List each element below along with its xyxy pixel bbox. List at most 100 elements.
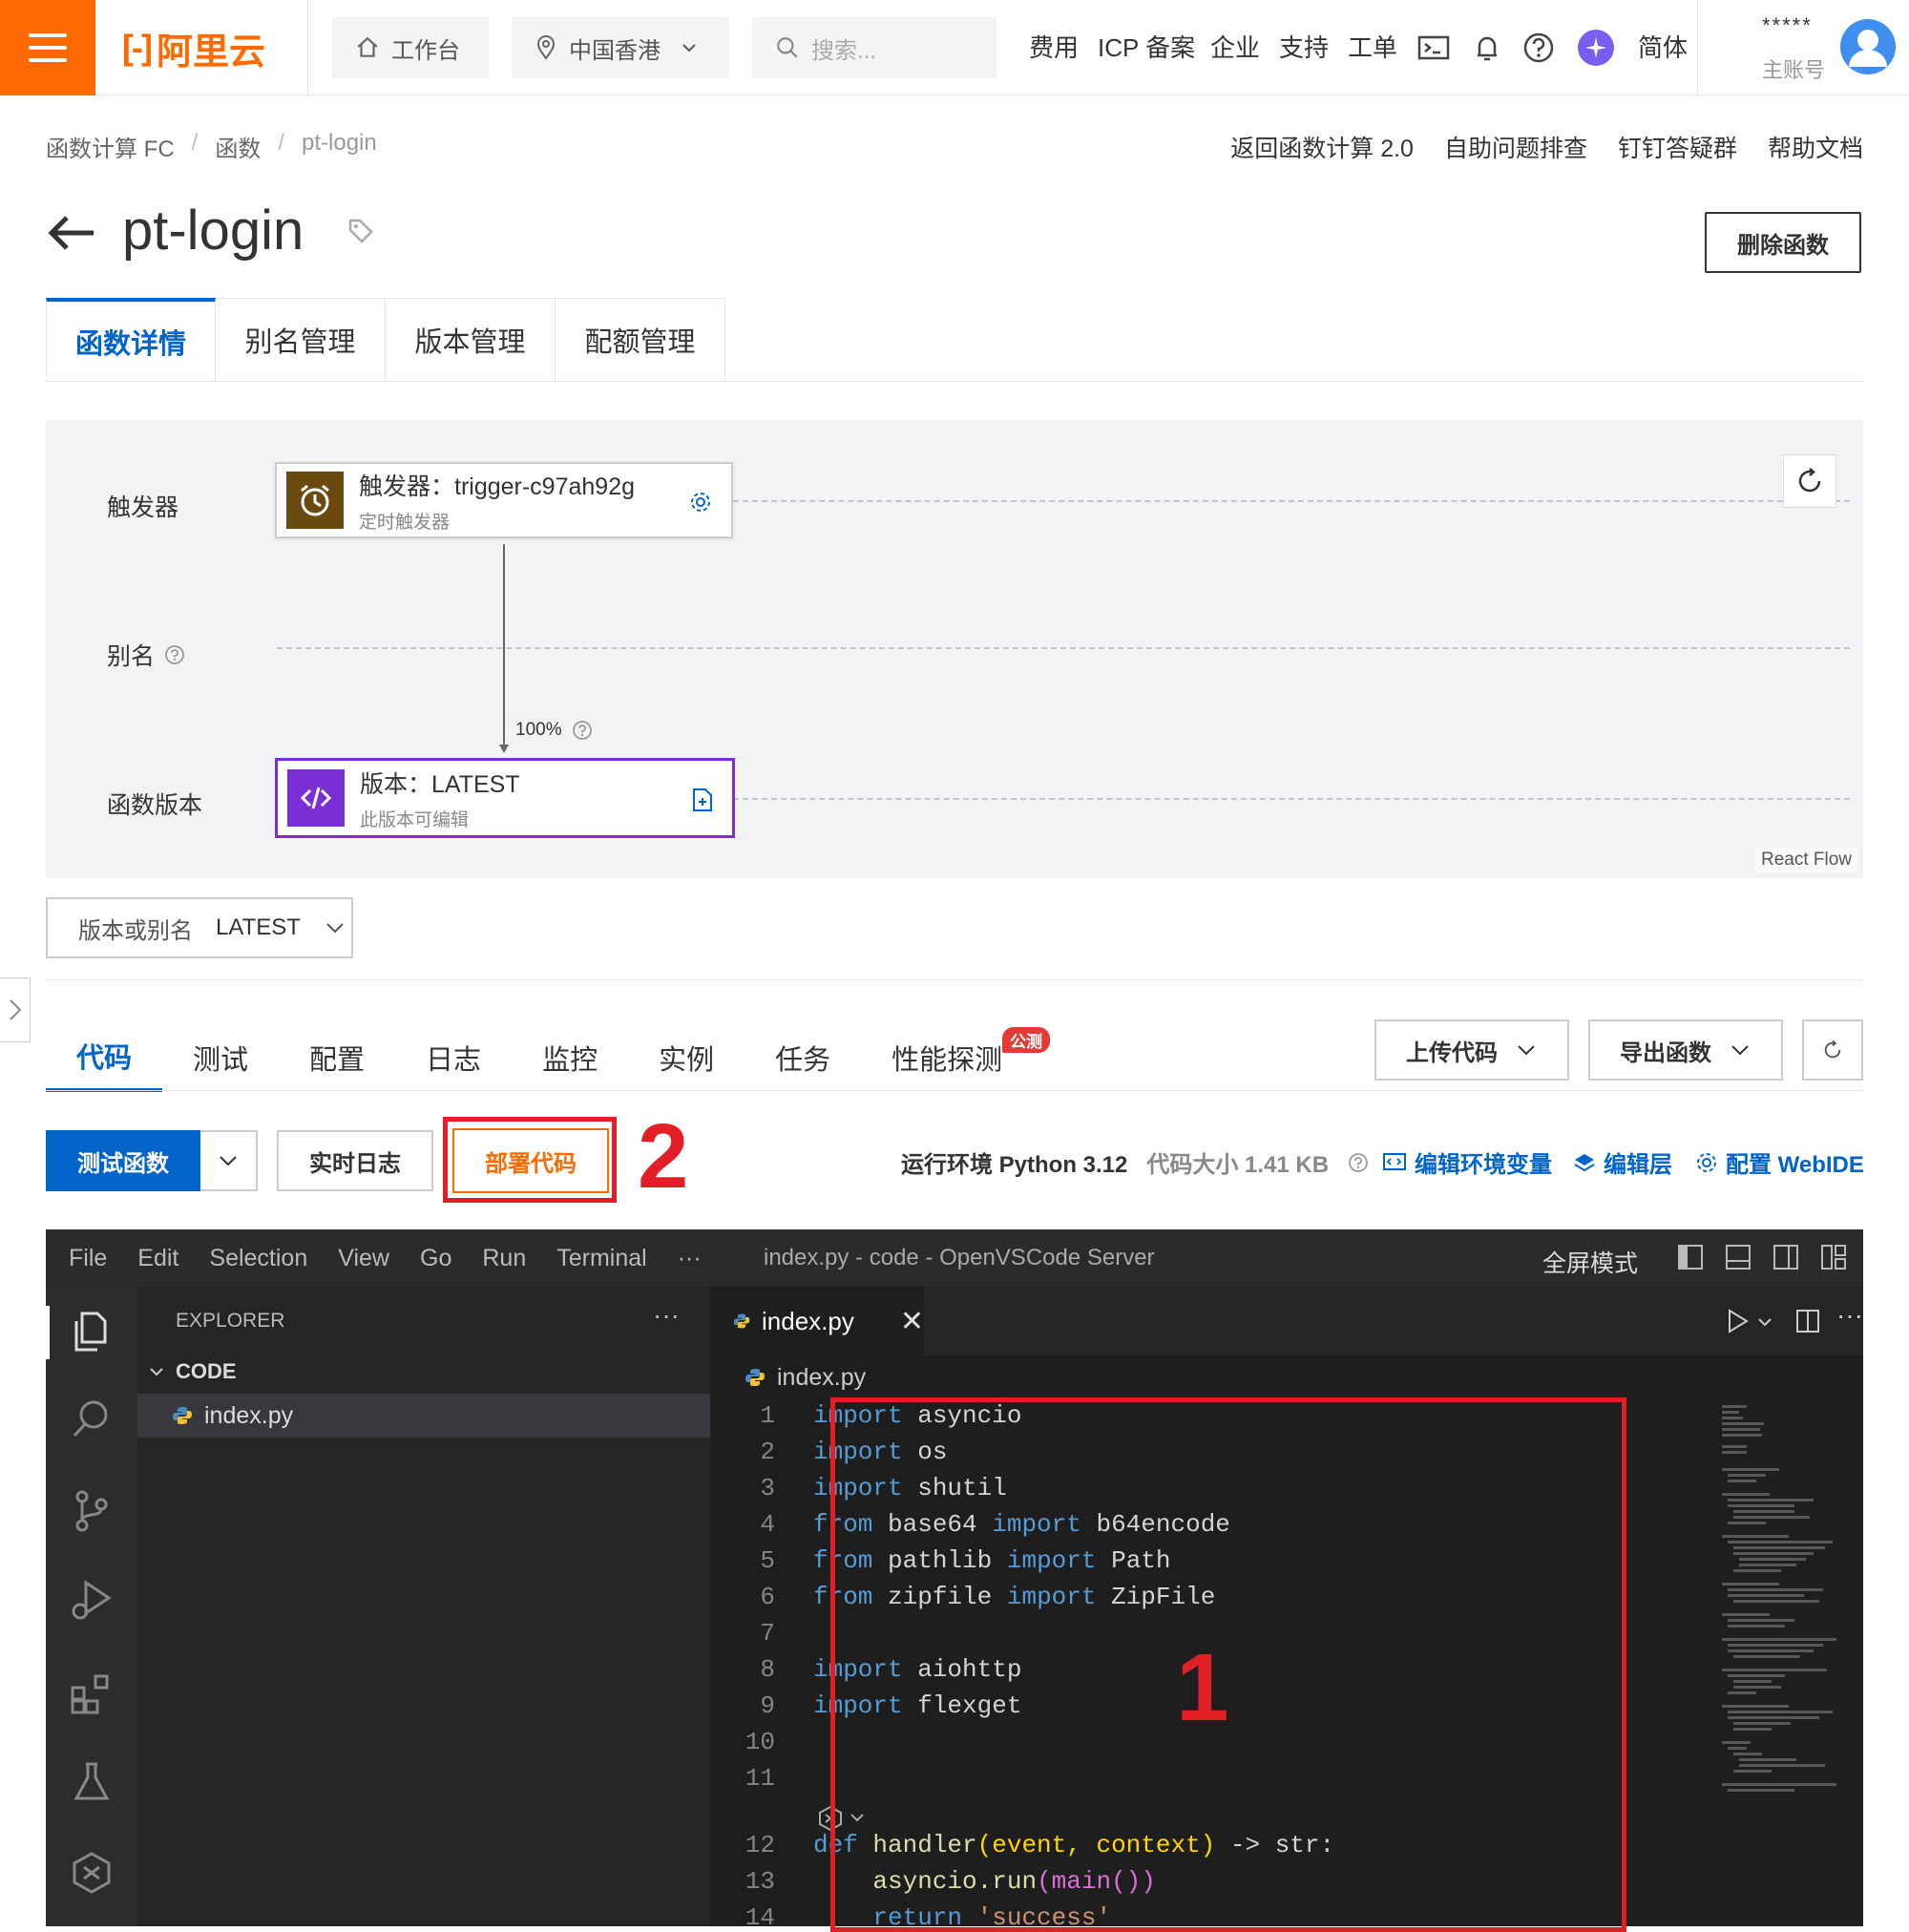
tab-config[interactable]: 配置 [279, 1023, 395, 1092]
trigger-node[interactable]: 触发器：trigger-c97ah92g 定时触发器 [275, 462, 733, 538]
edit-env-vars-link[interactable]: 编辑环境变量 [1382, 1145, 1552, 1179]
help-docs-link[interactable]: 帮助文档 [1768, 130, 1863, 164]
extensions-icon[interactable] [69, 1670, 115, 1716]
edit-layers-link[interactable]: 编辑层 [1573, 1145, 1672, 1179]
tab-monitor[interactable]: 监控 [512, 1023, 628, 1092]
realtime-logs-button[interactable]: 实时日志 [277, 1130, 433, 1191]
version-subtitle: 此版本可编辑 [360, 809, 470, 830]
explorer-more-button[interactable]: ··· [653, 1300, 680, 1331]
tab-code[interactable]: 代码 [46, 1023, 163, 1092]
search-input[interactable]: 搜索... [752, 17, 996, 78]
tab-test[interactable]: 测试 [162, 1023, 279, 1092]
python-file-icon [173, 1407, 192, 1424]
tag-icon[interactable] [347, 218, 374, 244]
hamburger-menu-button[interactable] [0, 0, 95, 95]
chevron-down-icon[interactable] [1756, 1313, 1773, 1331]
toggle-secondary-sidebar-icon[interactable] [1772, 1243, 1800, 1271]
home-icon [357, 36, 378, 57]
gear-icon[interactable] [689, 491, 712, 514]
tab-version-management[interactable]: 版本管理 [386, 298, 556, 382]
tab-performance-probe[interactable]: 性能探测 公测 [861, 1023, 1051, 1092]
question-icon[interactable] [572, 720, 593, 741]
configure-webide-link[interactable]: 配置 WebIDE [1695, 1145, 1864, 1179]
chevron-down-icon [150, 1368, 163, 1376]
tab-logs[interactable]: 日志 [395, 1023, 512, 1092]
support-link[interactable]: 支持 [1279, 29, 1329, 64]
export-function-button[interactable]: 导出函数 [1588, 1019, 1783, 1081]
fullscreen-button[interactable]: 全屏模式 [1542, 1245, 1638, 1279]
tab-alias-management[interactable]: 别名管理 [216, 298, 386, 382]
account-name: ***** [1762, 13, 1813, 37]
search-icon [777, 37, 798, 58]
version-or-alias-select[interactable]: 版本或别名 LATEST [46, 897, 353, 958]
delete-function-button[interactable]: 删除函数 [1705, 212, 1861, 273]
back-to-fc2-link[interactable]: 返回函数计算 2.0 [1230, 130, 1414, 164]
document-icon[interactable] [692, 788, 713, 812]
file-index-py[interactable]: index.py [137, 1394, 710, 1438]
refresh-code-button[interactable] [1802, 1019, 1863, 1081]
react-flow-attribution[interactable]: React Flow [1754, 848, 1857, 872]
enterprise-link[interactable]: 企业 [1210, 29, 1260, 64]
dingtalk-group-link[interactable]: 钉钉答疑群 [1618, 130, 1737, 164]
workbench-button[interactable]: 工作台 [332, 17, 489, 78]
terminal-icon[interactable] [1416, 31, 1451, 65]
refresh-diagram-button[interactable] [1783, 454, 1836, 508]
menu-more[interactable]: ··· [662, 1245, 717, 1272]
ticket-link[interactable]: 工单 [1348, 29, 1397, 64]
editor-tab-index-py[interactable]: index.py ✕ [710, 1287, 924, 1355]
test-function-button[interactable]: 测试函数 [46, 1130, 200, 1191]
back-arrow-icon[interactable] [46, 214, 95, 252]
version-title: 版本：LATEST [360, 770, 520, 798]
language-switch[interactable]: 简体 [1638, 29, 1688, 64]
explorer-files-icon[interactable] [69, 1308, 115, 1354]
folder-code[interactable]: CODE [147, 1359, 237, 1384]
menu-run[interactable]: Run [467, 1245, 541, 1272]
page-title: pt-login [122, 200, 304, 262]
aliyun-logo[interactable]: [-] 阿里云 [122, 25, 265, 73]
ai-assistant-icon[interactable] [1577, 29, 1615, 67]
test-options-dropdown[interactable] [200, 1130, 258, 1191]
customize-layout-icon[interactable] [1819, 1243, 1848, 1271]
billing-link[interactable]: 费用 [1029, 29, 1079, 64]
refresh-icon [1824, 1040, 1841, 1059]
menu-view[interactable]: View [323, 1245, 405, 1272]
upload-code-button[interactable]: 上传代码 [1374, 1019, 1569, 1081]
tab-instances[interactable]: 实例 [628, 1023, 745, 1092]
run-debug-icon[interactable] [69, 1577, 115, 1623]
version-node[interactable]: 版本：LATEST 此版本可编辑 [275, 758, 735, 838]
toggle-panel-icon[interactable] [1724, 1243, 1752, 1271]
source-control-icon[interactable] [69, 1487, 115, 1533]
bell-icon[interactable] [1470, 31, 1504, 65]
split-editor-icon[interactable] [1794, 1308, 1821, 1334]
help-icon[interactable] [1521, 31, 1556, 65]
menu-terminal[interactable]: Terminal [541, 1245, 661, 1272]
serverless-devs-icon[interactable] [69, 1850, 115, 1896]
tab-function-details[interactable]: 函数详情 [46, 298, 216, 382]
toggle-sidebar-icon[interactable] [1676, 1243, 1705, 1271]
search-icon[interactable] [69, 1396, 115, 1441]
menu-edit[interactable]: Edit [122, 1245, 194, 1272]
self-troubleshoot-link[interactable]: 自助问题排查 [1444, 130, 1587, 164]
menu-selection[interactable]: Selection [194, 1245, 323, 1272]
close-tab-icon[interactable]: ✕ [900, 1305, 924, 1338]
avatar[interactable] [1840, 19, 1896, 74]
testing-flask-icon[interactable] [69, 1758, 115, 1804]
region-selector[interactable]: 中国香港 [512, 17, 729, 78]
menu-file[interactable]: File [53, 1245, 122, 1272]
editor-minimap[interactable] [1714, 1399, 1848, 1800]
code-sub-tabs: 代码 测试 配置 日志 监控 实例 任务 性能探测 公测 [46, 1023, 1051, 1092]
editor-more-button[interactable]: ··· [1836, 1300, 1863, 1331]
account-role: 主账号 [1762, 58, 1826, 82]
ide-window-title: index.py - code - OpenVSCode Server [764, 1245, 1155, 1270]
tab-tasks[interactable]: 任务 [745, 1023, 861, 1092]
tab-quota-management[interactable]: 配额管理 [556, 298, 725, 382]
question-icon[interactable] [164, 644, 185, 665]
breadcrumb-functions[interactable]: 函数 [215, 130, 261, 163]
run-file-icon[interactable] [1726, 1308, 1751, 1334]
icp-link[interactable]: ICP 备案 [1098, 29, 1195, 64]
breadcrumb-fc[interactable]: 函数计算 FC [46, 130, 175, 163]
deploy-code-button[interactable]: 部署代码 [452, 1128, 609, 1193]
question-icon[interactable] [1348, 1152, 1369, 1173]
sidebar-expand-button[interactable] [0, 977, 31, 1042]
menu-go[interactable]: Go [405, 1245, 467, 1272]
